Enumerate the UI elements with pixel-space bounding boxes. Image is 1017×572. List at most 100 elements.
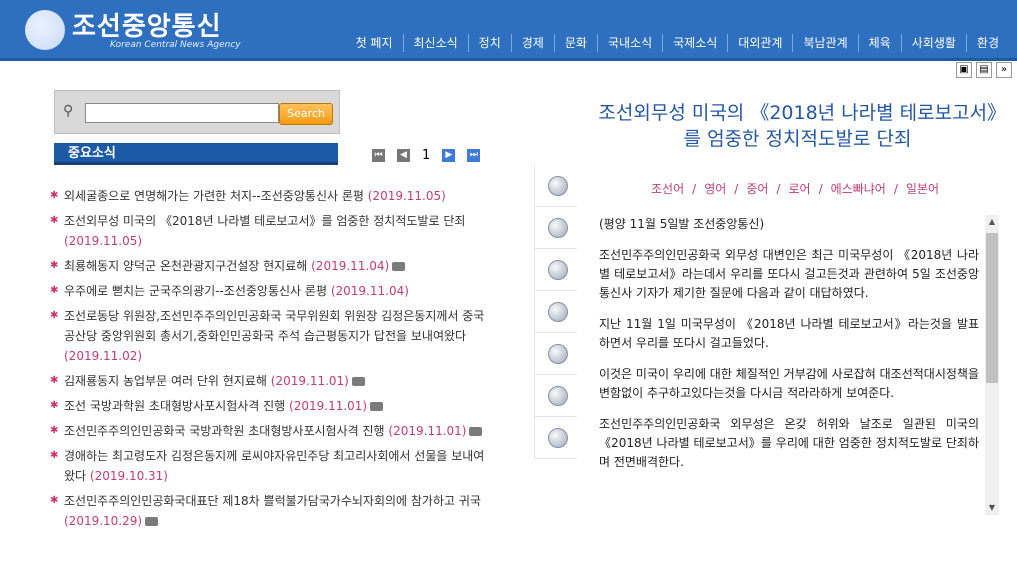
article-paragraph: 조선민주주의인민공화국 외무성 대변인은 최근 미국무성이 《2018년 나라별… [599,248,979,300]
home-icon[interactable]: ▣ [956,62,972,78]
scroll-up-icon[interactable]: ▲ [985,215,999,229]
camera-icon[interactable] [351,377,365,386]
side-button[interactable] [535,165,577,207]
lang-separator: / [776,182,781,196]
search-button[interactable]: Search [279,103,333,125]
prev-page-icon[interactable]: ◀ [397,149,410,162]
news-title[interactable]: 외세굴종으로 연명해가는 가련한 처지--조선중앙통신사 론평 [64,189,364,203]
lang-separator: / [734,182,739,196]
bullet-icon: ✱ [50,215,59,226]
lang-separator: / [893,182,898,196]
print-icon[interactable] [548,176,568,196]
article-scrollbar[interactable]: ▲ ▼ [985,215,999,515]
news-title[interactable]: 조선로동당 위원장,조선민주주의인민공화국 국무위원회 위원장 김정은동지께서 … [64,309,484,343]
news-date: (2019.11.04) [311,259,390,273]
bullet-icon: ✱ [50,260,59,271]
language-link[interactable]: 에스빠냐어 [831,182,886,196]
side-button[interactable] [535,291,577,333]
news-date: (2019.11.04) [330,284,409,298]
article-paragraph: 지난 11월 1일 미국무성이 《2018년 나라별 테로보고서》라는것을 발표… [599,317,979,350]
search-icon: ⚲ [63,103,74,119]
share-icon[interactable] [548,344,568,364]
scroll-down-icon[interactable]: ▼ [985,501,999,515]
camera-icon[interactable] [469,427,483,436]
lang-separator: / [692,182,697,196]
site-logo-subtitle: Korean Central News Agency [110,40,241,50]
language-link[interactable]: 조선어 [651,182,684,196]
camera-icon[interactable] [370,402,384,411]
audio-icon[interactable] [548,302,568,322]
news-title[interactable]: 조선 국방과학원 초대형방사포시험사격 진행 [64,399,285,413]
film-icon[interactable]: ▤ [976,62,992,78]
nav-item[interactable]: 최신소식 [402,34,468,52]
news-list: ✱ 외세굴종으로 연명해가는 가련한 처지--조선중앙통신사 론평 (2019.1… [50,186,495,536]
news-title[interactable]: 최룡해동지 양덕군 온천관광지구건설장 현지료해 [64,259,307,273]
side-button[interactable] [535,249,577,291]
email-icon[interactable] [548,386,568,406]
nav-item[interactable]: 사회생활 [900,34,966,52]
site-logo[interactable]: 조선중앙통신 [72,6,222,43]
bullet-icon: ✱ [50,450,59,461]
page-number: 1 [422,148,431,163]
last-page-icon[interactable]: ⏭ [467,149,481,162]
back-icon[interactable] [548,428,568,448]
nav-item[interactable]: 정치 [467,34,511,52]
language-link[interactable]: 로어 [788,182,810,196]
important-news-header: 중요소식 [54,143,338,165]
first-page-icon[interactable]: ⏮ [372,149,385,162]
news-date: (2019.10.29) [64,514,143,528]
news-item[interactable]: ✱ 외세굴종으로 연명해가는 가련한 처지--조선중앙통신사 론평 (2019.1… [50,186,495,206]
photo-icon[interactable] [548,260,568,280]
side-button[interactable] [535,417,577,459]
search-panel: ⚲ Search [54,90,340,134]
nav-item[interactable]: 체육 [857,34,901,52]
news-item[interactable]: ✱ 조선민주주의인민공화국대표단 제18차 쁠럭불가담국가수뇌자회의에 참가하고 … [50,491,495,531]
news-title[interactable]: 우주에로 뻗치는 군국주의광기--조선중앙통신사 론평 [64,284,327,298]
scroll-thumb[interactable] [986,233,998,383]
nav-item[interactable]: 국제소식 [662,34,727,52]
header-bar: 조선중앙통신 Korean Central News Agency 첫 페지 최신… [0,0,1017,61]
news-item[interactable]: ✱ 우주에로 뻗치는 군국주의광기--조선중앙통신사 론평 (2019.11.04… [50,281,495,301]
nav-item[interactable]: 국내소식 [596,34,662,52]
news-item[interactable]: ✱ 조선로동당 위원장,조선민주주의인민공화국 국무위원회 위원장 김정은동지께서… [50,306,495,366]
bullet-icon: ✱ [50,400,59,411]
side-button[interactable] [535,375,577,417]
news-item[interactable]: ✱ 조선외무성 미국의 《2018년 나라별 테로보고서》를 엄중한 정치적도발로… [50,211,495,251]
news-title[interactable]: 조선외무성 미국의 《2018년 나라별 테로보고서》를 엄중한 정치적도발로 … [64,214,465,228]
language-link[interactable]: 중어 [746,182,768,196]
tool-icons: ▣ ▤ » [956,62,1012,78]
news-item[interactable]: ✱ 경애하는 최고령도자 김정은동지께 로씨야자유민주당 최고리사회에서 선물을 … [50,446,495,486]
news-item[interactable]: ✱ 조선민주주의인민공화국 국방과학원 초대형방사포시험사격 진행 (2019.1… [50,421,495,441]
nav-item[interactable]: 북남관계 [792,34,857,52]
news-date: (2019.11.05) [367,189,446,203]
news-item[interactable]: ✱ 조선 국방과학원 초대형방사포시험사격 진행 (2019.11.01) [50,396,495,416]
nav-item[interactable]: 대외관계 [727,34,792,52]
news-item[interactable]: ✱ 김재룡동지 농업부문 여러 단위 현지료해 (2019.11.01) [50,371,495,391]
camera-icon[interactable] [145,517,159,526]
news-title[interactable]: 김재룡동지 농업부문 여러 단위 현지료해 [64,374,267,388]
language-link[interactable]: 영어 [704,182,726,196]
side-button[interactable] [535,207,577,249]
search-input[interactable] [85,103,279,123]
nav-item[interactable]: 첫 페지 [346,34,403,52]
bullet-icon: ✱ [50,375,59,386]
nav-item[interactable]: 경제 [510,34,554,52]
language-link[interactable]: 일본어 [906,182,939,196]
logo-globe-icon[interactable] [25,10,65,50]
news-title[interactable]: 조선민주주의인민공화국 국방과학원 초대형방사포시험사격 진행 [64,424,385,438]
video-icon[interactable] [548,218,568,238]
camera-icon[interactable] [392,262,406,271]
expand-icon[interactable]: » [996,62,1012,78]
side-button[interactable] [535,333,577,375]
language-selector: 조선어 / 영어 / 중어 / 로어 / 에스빠냐어 / 일본어 [600,180,990,197]
news-date: (2019.11.01) [388,424,467,438]
news-date: (2019.11.02) [64,349,143,363]
pagination: ⏮ ◀ 1 ▶ ⏭ [372,148,481,163]
next-page-icon[interactable]: ▶ [442,149,456,162]
news-title[interactable]: 조선민주주의인민공화국대표단 제18차 쁠럭불가담국가수뇌자회의에 참가하고 귀… [64,494,481,508]
nav-item[interactable]: 환경 [965,34,1009,52]
article-paragraph: 이것은 미국이 우리에 대한 체질적인 거부감에 사로잡혀 대조선적대시정책을 … [599,367,979,400]
lang-separator: / [818,182,823,196]
news-item[interactable]: ✱ 최룡해동지 양덕군 온천관광지구건설장 현지료해 (2019.11.04) [50,256,495,276]
nav-item[interactable]: 문화 [553,34,597,52]
